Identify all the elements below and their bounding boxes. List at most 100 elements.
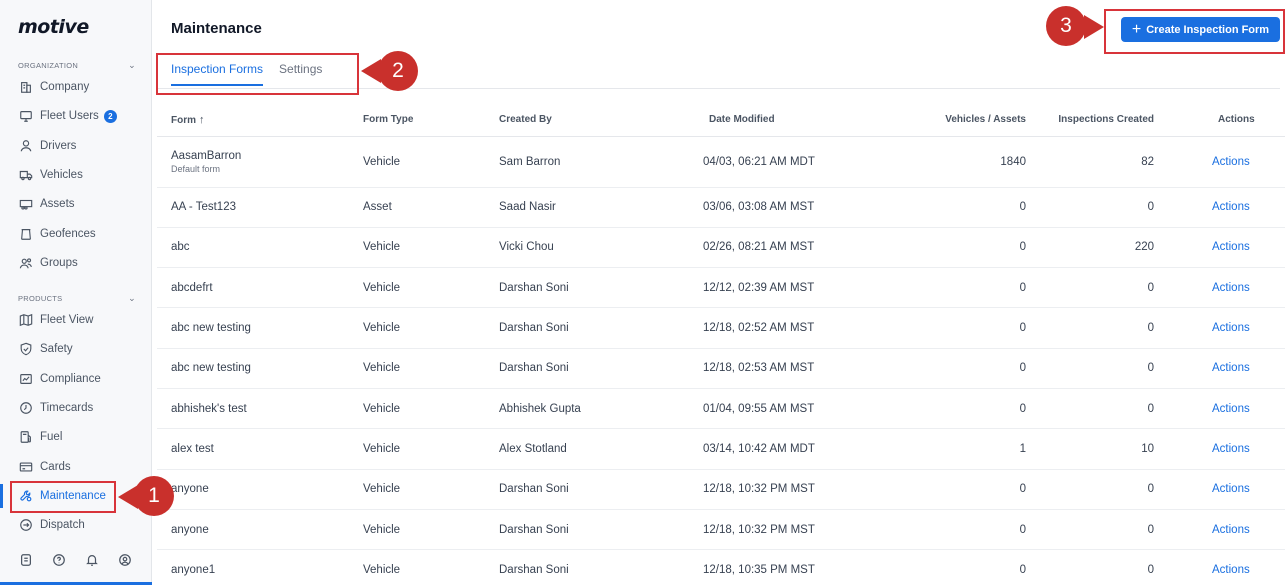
table-row[interactable]: abcdefrt Vehicle Darshan Soni 12/12, 02:39 … [157, 267, 1285, 309]
logbook-icon[interactable] [18, 552, 34, 568]
callout-badge-3: 3 [1046, 6, 1086, 46]
sidebar-item-fuel[interactable]: Fuel [18, 427, 62, 447]
table-row[interactable]: abhishek's test Vehicle Abhishek Gupta 01/0… [157, 388, 1285, 430]
cell-inspections-created: 0 [1026, 307, 1154, 349]
column-header-actions: Actions [1154, 104, 1285, 137]
cell-date-modified: 01/04, 09:55 AM MST [681, 388, 906, 430]
actions-link[interactable]: Actions [1212, 483, 1250, 495]
column-header-form-type: Form Type [363, 104, 499, 137]
table-row[interactable]: AasamBarron Default form Vehicle Sam Barron… [157, 136, 1285, 188]
column-header-vehicles-assets: Vehicles / Assets [906, 104, 1026, 137]
cell-actions: Actions [1154, 136, 1285, 188]
notifications-icon[interactable] [84, 552, 100, 568]
form-name: abc [171, 241, 190, 254]
table-row[interactable]: anyone1 Vehicle Darshan Soni 12/18, 10:35 P… [157, 549, 1285, 585]
table-row[interactable]: anyone Vehicle Darshan Soni 12/18, 10:32 PM… [157, 469, 1285, 510]
cell-actions: Actions [1154, 227, 1285, 269]
table-row[interactable]: AA - Test123 Asset Saad Nasir 03/06, 03:08 … [157, 187, 1285, 228]
chevron-down-icon[interactable]: ⌄ [128, 60, 136, 71]
cell-form-type: Vehicle [363, 348, 499, 389]
shield-icon [18, 342, 34, 356]
actions-link[interactable]: Actions [1212, 443, 1250, 455]
sidebar-item-label: Groups [40, 256, 78, 269]
organization-label: ORGANIZATION [18, 61, 79, 70]
sidebar-item-assets[interactable]: Assets [18, 194, 75, 214]
chevron-down-icon[interactable]: ⌄ [128, 293, 136, 304]
cell-vehicles-assets: 0 [906, 267, 1026, 309]
profile-icon[interactable] [117, 552, 133, 568]
cell-form-type: Vehicle [363, 388, 499, 430]
sidebar-item-compliance[interactable]: Compliance [18, 369, 101, 389]
table-row[interactable]: abc Vehicle Vicki Chou 02/26, 08:21 AM MST 0… [157, 227, 1285, 269]
cell-actions: Actions [1154, 549, 1285, 585]
cell-form: AasamBarron Default form [157, 136, 363, 188]
cell-vehicles-assets: 0 [906, 307, 1026, 349]
sort-ascending-icon[interactable]: ↑ [199, 114, 205, 126]
form-name: anyone [171, 523, 209, 536]
monitor-icon [18, 109, 34, 123]
cell-date-modified: 12/18, 10:35 PM MST [681, 549, 906, 585]
sidebar-item-label: Vehicles [40, 168, 83, 181]
cell-created-by: Abhishek Gupta [499, 388, 681, 430]
cell-date-modified: 12/18, 10:32 PM MST [681, 469, 906, 510]
cell-date-modified: 12/18, 10:32 PM MST [681, 509, 906, 551]
cell-date-modified: 12/18, 02:52 AM MST [681, 307, 906, 349]
cell-created-by: Saad Nasir [499, 187, 681, 228]
sidebar-item-label: Timecards [40, 401, 94, 414]
sidebar-item-label: Dispatch [40, 519, 85, 532]
sidebar-item-dispatch[interactable]: Dispatch [18, 515, 85, 535]
cell-created-by: Darshan Soni [499, 469, 681, 510]
cell-form-type: Vehicle [363, 469, 499, 510]
cell-vehicles-assets: 0 [906, 187, 1026, 228]
callout-badge-2: 2 [378, 51, 418, 91]
trailer-icon [18, 197, 34, 211]
actions-link[interactable]: Actions [1212, 201, 1250, 213]
sidebar-item-cards[interactable]: Cards [18, 457, 71, 477]
sidebar-item-timecards[interactable]: Timecards [18, 398, 93, 418]
form-name: alex test [171, 442, 214, 455]
sidebar-item-fleet-view[interactable]: Fleet View [18, 310, 93, 330]
motive-logo[interactable]: motive [18, 16, 89, 38]
table-row[interactable]: abc new testing Vehicle Darshan Soni 12/18,… [157, 307, 1285, 349]
sidebar-item-groups[interactable]: Groups [18, 253, 78, 273]
cell-vehicles-assets: 1 [906, 428, 1026, 470]
cell-form-type: Vehicle [363, 509, 499, 551]
organization-section-header[interactable]: ORGANIZATION ⌄ [18, 60, 136, 71]
cell-form-type: Vehicle [363, 428, 499, 470]
actions-link[interactable]: Actions [1212, 564, 1250, 576]
active-indicator [0, 484, 3, 508]
actions-link[interactable]: Actions [1212, 241, 1250, 253]
sidebar-item-label: Compliance [40, 372, 101, 385]
actions-link[interactable]: Actions [1212, 362, 1250, 374]
cell-created-by: Darshan Soni [499, 549, 681, 585]
help-icon[interactable] [51, 552, 67, 568]
sidebar-item-fleet-users[interactable]: Fleet Users 2 [18, 106, 117, 126]
actions-link[interactable]: Actions [1212, 403, 1250, 415]
column-header-date-modified: Date Modified [681, 104, 906, 137]
cell-inspections-created: 0 [1026, 187, 1154, 228]
cell-created-by: Darshan Soni [499, 267, 681, 309]
products-section-header[interactable]: PRODUCTS ⌄ [18, 293, 136, 304]
actions-link[interactable]: Actions [1212, 282, 1250, 294]
sidebar-item-geofences[interactable]: Geofences [18, 224, 96, 244]
actions-link[interactable]: Actions [1212, 524, 1250, 536]
table-row[interactable]: abc new testing Vehicle Darshan Soni 12/18,… [157, 348, 1285, 389]
table-row[interactable]: anyone Vehicle Darshan Soni 12/18, 10:32 PM… [157, 509, 1285, 551]
column-header-form[interactable]: Form ↑ [157, 104, 363, 137]
sidebar-item-label: Drivers [40, 139, 77, 152]
sidebar-item-safety[interactable]: Safety [18, 339, 73, 359]
cell-actions: Actions [1154, 509, 1285, 551]
cell-form-type: Vehicle [363, 267, 499, 309]
actions-link[interactable]: Actions [1212, 322, 1250, 334]
sidebar-item-drivers[interactable]: Drivers [18, 136, 76, 156]
sidebar-item-company[interactable]: Company [18, 77, 89, 97]
sidebar-item-vehicles[interactable]: Vehicles [18, 165, 83, 185]
form-name: anyone1 [171, 563, 216, 576]
cell-vehicles-assets: 0 [906, 549, 1026, 585]
column-header-created-by: Created By [499, 104, 681, 137]
sidebar-footer [18, 552, 133, 568]
actions-link[interactable]: Actions [1212, 156, 1250, 168]
sidebar-item-label: Geofences [40, 227, 96, 240]
cell-inspections-created: 0 [1026, 388, 1154, 430]
table-row[interactable]: alex test Vehicle Alex Stotland 03/14, 10:4… [157, 428, 1285, 470]
